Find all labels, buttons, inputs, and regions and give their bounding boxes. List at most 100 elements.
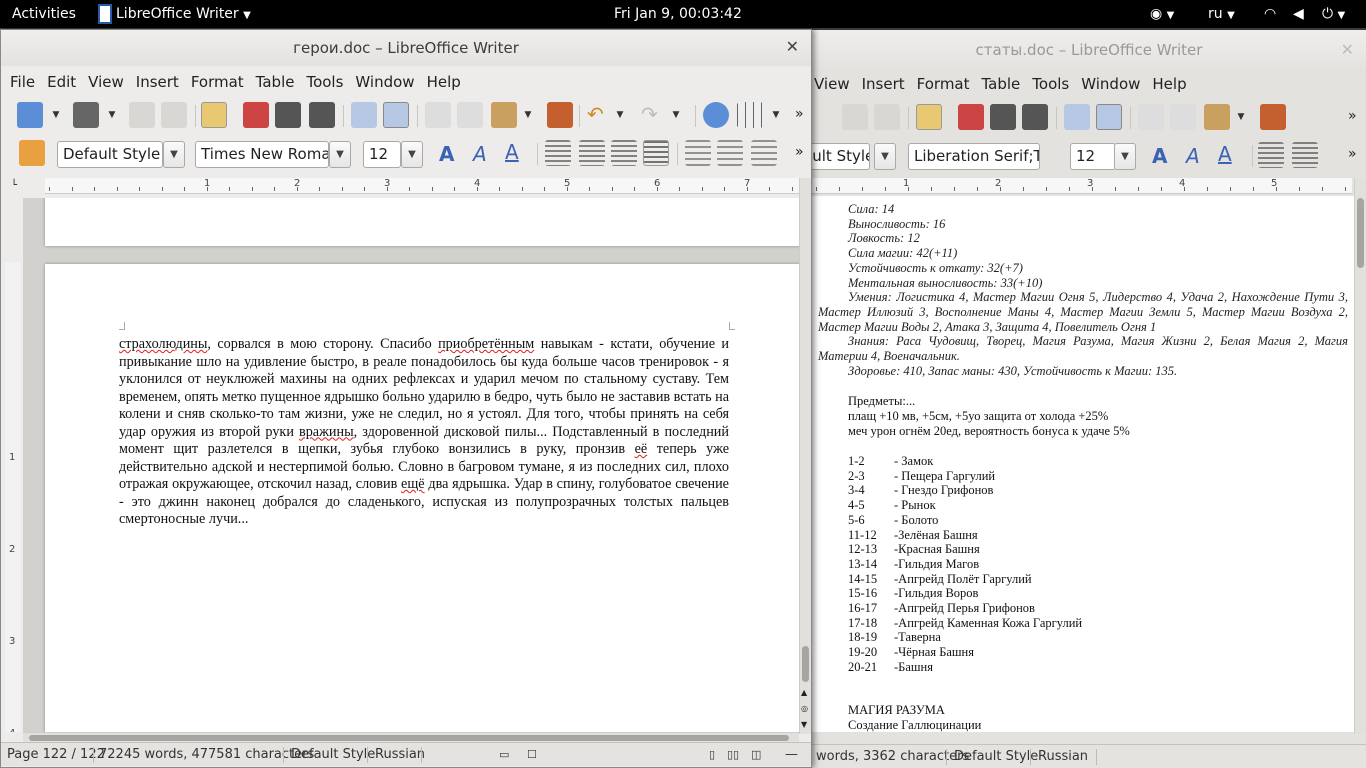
- autospellcheck-icon[interactable]: [1096, 104, 1122, 130]
- save-icon[interactable]: [842, 104, 868, 130]
- scroll-thumb[interactable]: [802, 646, 809, 682]
- menu-insert[interactable]: Insert: [856, 70, 911, 98]
- undo-icon[interactable]: ↶: [587, 102, 604, 126]
- style-dropdown-button[interactable]: ▼: [874, 143, 896, 170]
- chevron-down-icon[interactable]: ▼: [107, 102, 117, 128]
- next-page-icon[interactable]: ▼: [801, 720, 807, 729]
- insert-mode-icon[interactable]: ▭: [499, 743, 509, 767]
- volume-icon[interactable]: ◀: [1293, 0, 1304, 28]
- app-menu-button[interactable]: LibreOffice Writer ▼: [116, 0, 251, 28]
- document-modified-icon[interactable]: ☐: [527, 743, 537, 767]
- font-size-combo[interactable]: 12: [1070, 143, 1116, 170]
- menu-file[interactable]: File: [4, 68, 41, 96]
- style-dropdown-button[interactable]: ▼: [163, 141, 185, 168]
- menu-window[interactable]: Window: [1075, 70, 1146, 98]
- menu-tools[interactable]: Tools: [300, 68, 349, 96]
- menu-view[interactable]: View: [82, 68, 130, 96]
- decrease-indent-icon[interactable]: [751, 140, 777, 166]
- menu-help[interactable]: Help: [1146, 70, 1192, 98]
- autospellcheck-icon[interactable]: [383, 102, 409, 128]
- export-pdf-icon[interactable]: [958, 104, 984, 130]
- activities-button[interactable]: Activities: [12, 0, 76, 28]
- wifi-icon[interactable]: ◠: [1264, 0, 1276, 28]
- chevron-down-icon[interactable]: ▼: [523, 102, 533, 128]
- paragraph-style-combo[interactable]: Default Style: [57, 141, 163, 168]
- font-name-combo[interactable]: Liberation Serif;Times New Roman: [908, 143, 1040, 170]
- menu-edit[interactable]: Edit: [41, 68, 82, 96]
- menu-format[interactable]: Format: [185, 68, 250, 96]
- paragraph-style-combo[interactable]: Default Style: [812, 143, 870, 170]
- chevron-down-icon[interactable]: ▼: [51, 102, 61, 128]
- accessibility-icon[interactable]: ◉ ▼: [1150, 0, 1174, 28]
- paste-icon[interactable]: [1204, 104, 1230, 130]
- single-page-view-icon[interactable]: ▯: [709, 743, 715, 767]
- word-count[interactable]: 72245 words, 477581 characters: [99, 743, 314, 767]
- horizontal-scrollbar[interactable]: [23, 732, 799, 742]
- italic-icon[interactable]: A: [473, 142, 487, 166]
- edit-mode-icon[interactable]: [916, 104, 942, 130]
- justify-icon[interactable]: [643, 140, 669, 166]
- redo-icon[interactable]: ↷: [641, 102, 658, 126]
- book-view-icon[interactable]: ◫: [751, 743, 761, 767]
- power-icon[interactable]: ⏻ ▼: [1322, 0, 1345, 28]
- save-icon[interactable]: [129, 102, 155, 128]
- scroll-thumb[interactable]: [29, 735, 789, 741]
- navigator-icon[interactable]: ◎: [801, 704, 808, 713]
- print-icon[interactable]: [990, 104, 1016, 130]
- scroll-thumb[interactable]: [1357, 198, 1364, 268]
- misspelled-word[interactable]: вражины: [299, 424, 354, 440]
- font-dropdown-button[interactable]: ▼: [329, 141, 351, 168]
- menu-help[interactable]: Help: [421, 68, 467, 96]
- menu-table[interactable]: Table: [250, 68, 301, 96]
- copy-icon[interactable]: [1170, 104, 1196, 130]
- clone-formatting-icon[interactable]: [1260, 104, 1286, 130]
- new-document-icon[interactable]: [17, 102, 43, 128]
- underline-icon[interactable]: A: [1218, 142, 1232, 166]
- vertical-scrollbar[interactable]: [1354, 178, 1366, 734]
- misspelled-word[interactable]: страхолюдины: [119, 336, 207, 352]
- close-window-button[interactable]: ✕: [786, 30, 799, 64]
- menu-insert[interactable]: Insert: [130, 68, 185, 96]
- keyboard-language-button[interactable]: ru ▼: [1208, 0, 1235, 28]
- previous-page-icon[interactable]: ▲: [801, 688, 807, 697]
- multi-page-view-icon[interactable]: ▯▯: [727, 743, 739, 767]
- text-language[interactable]: Russian: [1038, 745, 1088, 768]
- current-page[interactable]: страхолюдины, сорвался в мою сторону. Сп…: [45, 264, 799, 732]
- chevron-down-icon[interactable]: ▼: [615, 102, 625, 128]
- size-dropdown-button[interactable]: ▼: [401, 141, 423, 168]
- chevron-down-icon[interactable]: ▼: [771, 102, 781, 128]
- paste-icon[interactable]: [491, 102, 517, 128]
- bullets-icon[interactable]: [717, 140, 743, 166]
- print-icon[interactable]: [275, 102, 301, 128]
- vertical-scrollbar[interactable]: ▲ ◎ ▼: [799, 178, 811, 734]
- underline-icon[interactable]: A: [505, 140, 519, 164]
- document-area[interactable]: страхолюдины, сорвался в мою сторону. Сп…: [23, 198, 799, 732]
- page-number[interactable]: Page 122 / 122: [7, 743, 105, 767]
- body-paragraph[interactable]: страхолюдины, сорвался в мою сторону. Сп…: [119, 336, 729, 529]
- zoom-out-icon[interactable]: —: [785, 743, 798, 767]
- font-name-combo[interactable]: Times New Roman: [195, 141, 329, 168]
- print-preview-icon[interactable]: [1022, 104, 1048, 130]
- misspelled-word[interactable]: её: [635, 441, 648, 457]
- italic-icon[interactable]: A: [1186, 144, 1200, 168]
- align-center-icon[interactable]: [579, 140, 605, 166]
- styles-formatting-icon[interactable]: [19, 140, 45, 166]
- text-language[interactable]: Russian: [375, 743, 425, 767]
- menu-table[interactable]: Table: [976, 70, 1027, 98]
- spellcheck-icon[interactable]: [351, 102, 377, 128]
- align-right-icon[interactable]: [611, 140, 637, 166]
- more-icon[interactable]: »: [795, 144, 804, 160]
- page-style[interactable]: Default Style: [954, 745, 1038, 768]
- horizontal-ruler[interactable]: 1234567: [812, 178, 1352, 194]
- size-dropdown-button[interactable]: ▼: [1114, 143, 1136, 170]
- copy-icon[interactable]: [457, 102, 483, 128]
- menu-view[interactable]: View: [812, 70, 856, 98]
- misspelled-word[interactable]: ещё: [401, 476, 425, 492]
- email-icon[interactable]: [161, 102, 187, 128]
- table-icon[interactable]: [737, 102, 763, 128]
- document-area[interactable]: Сила: 14 Выносливость: 16 Ловкость: 12 С…: [812, 196, 1354, 732]
- bold-icon[interactable]: A: [1152, 144, 1167, 168]
- hyperlink-icon[interactable]: [703, 102, 729, 128]
- tab-stop-icon[interactable]: └: [11, 180, 17, 191]
- window-staty[interactable]: статы.doc – LibreOffice Writer ✕ View In…: [812, 30, 1366, 768]
